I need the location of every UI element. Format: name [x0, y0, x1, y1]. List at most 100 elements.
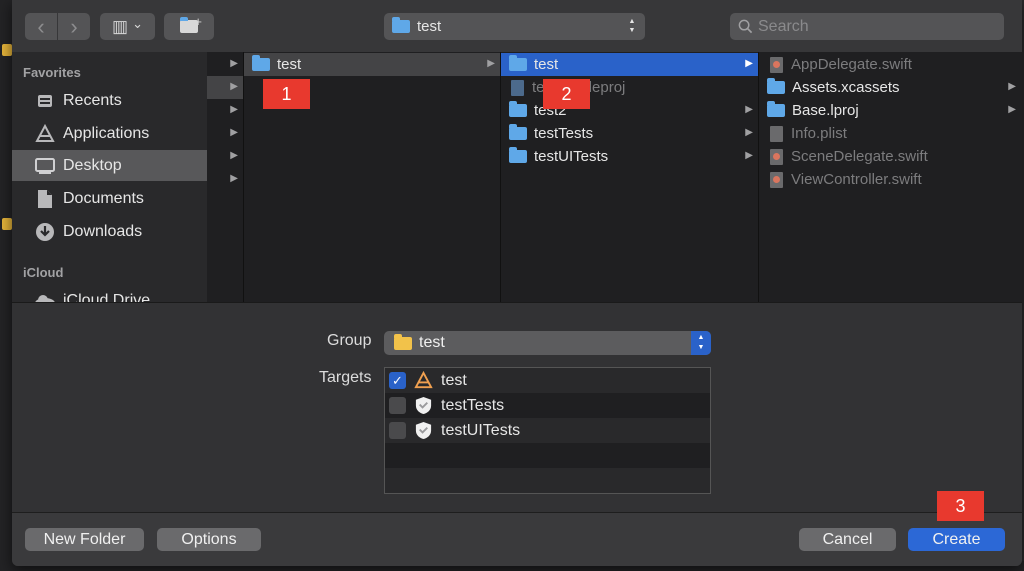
list-item-appdelegate[interactable]: AppDelegate.swift [759, 53, 1021, 76]
sidebar-item-icloud-drive[interactable]: iCloud Drive [12, 285, 207, 302]
sidebar-item-label: Downloads [63, 222, 143, 240]
list-item[interactable]: ▶ [207, 99, 243, 122]
list-item-xcodeproj[interactable]: test.xcodeproj [501, 76, 758, 99]
cancel-button[interactable]: Cancel [799, 528, 896, 551]
desktop-icon [34, 156, 56, 176]
folder-icon [509, 101, 527, 117]
chevron-down-icon: ⌄ [132, 15, 143, 31]
column-parent: ▶ ▶ ▶ ▶ ▶ ▶ [207, 52, 244, 302]
folder-icon [767, 78, 785, 94]
chevron-right-icon: › [70, 13, 78, 39]
target-checkbox[interactable]: ✓ [389, 372, 406, 389]
disclosure-icon: ▶ [1008, 104, 1016, 115]
sidebar-item-label: Desktop [63, 156, 122, 174]
disclosure-icon: ▶ [230, 58, 238, 69]
search-field[interactable] [730, 13, 1004, 40]
disclosure-icon: ▶ [1008, 81, 1016, 92]
icloud-heading: iCloud [23, 265, 64, 280]
applications-icon [34, 123, 56, 144]
list-item-label: test [277, 56, 302, 73]
list-item[interactable]: ▶ [207, 145, 243, 168]
list-item-test2-folder[interactable]: test2 ▶ [501, 99, 758, 122]
background-strip [0, 0, 12, 571]
list-item-assets[interactable]: Assets.xcassets ▶ [759, 76, 1021, 99]
list-item-label: testUITests [534, 148, 609, 165]
list-item[interactable]: ▶ [207, 168, 243, 191]
list-item-label: SceneDelegate.swift [791, 148, 928, 165]
sidebar: Favorites Recents Applications Desktop D… [12, 52, 207, 302]
target-checkbox[interactable] [389, 422, 406, 439]
list-item[interactable]: ▶ [207, 53, 243, 76]
options-button[interactable]: Options [157, 528, 261, 551]
download-icon [34, 222, 56, 242]
list-item-base-lproj[interactable]: Base.lproj ▶ [759, 99, 1021, 122]
search-icon [738, 19, 753, 34]
list-item-viewcontroller[interactable]: ViewController.swift [759, 168, 1021, 191]
test-target-icon [415, 421, 432, 440]
back-button[interactable]: ‹ [25, 13, 57, 40]
target-row-testuitests[interactable]: testUITests [385, 418, 710, 443]
location-label: test [417, 18, 442, 35]
column-browser: ▶ ▶ ▶ ▶ ▶ ▶ test ▶ test ▶ test.xcodeproj [207, 52, 1022, 302]
xcodeproj-icon [511, 79, 524, 96]
target-row-test[interactable]: ✓ test [385, 368, 710, 393]
list-item-test-folder[interactable]: test ▶ [501, 53, 758, 76]
disclosure-icon: ▶ [745, 150, 753, 161]
location-popup[interactable]: test ▲ ▼ [384, 13, 645, 40]
sidebar-item-applications[interactable]: Applications [12, 118, 207, 149]
folder-icon [509, 147, 527, 163]
disclosure-icon: ▶ [230, 104, 238, 115]
create-button[interactable]: Create [908, 528, 1005, 551]
target-row-testtests[interactable]: testTests [385, 393, 710, 418]
up-down-chevron-icon: ▲ ▼ [628, 18, 636, 34]
history-nav: ‹ › [25, 13, 90, 40]
clock-icon [34, 91, 56, 111]
cloud-icon [34, 291, 56, 302]
target-checkbox[interactable] [389, 397, 406, 414]
group-value: test [419, 334, 445, 351]
list-item-scenedelegate[interactable]: SceneDelegate.swift [759, 145, 1021, 168]
sidebar-item-downloads[interactable]: Downloads [12, 216, 207, 247]
list-item-label: Base.lproj [792, 102, 859, 119]
test-target-icon [415, 396, 432, 415]
favorites-heading: Favorites [23, 65, 81, 80]
target-label: testTests [441, 396, 505, 414]
swift-file-icon [770, 148, 783, 165]
sidebar-item-documents[interactable]: Documents [12, 183, 207, 214]
toolbar: ‹ › ▥ ⌄ + test ▲ ▼ [12, 0, 1022, 52]
annotation-badge-2: 2 [543, 79, 590, 109]
disclosure-icon: ▶ [230, 127, 238, 138]
new-folder-toolbar-button[interactable]: + [164, 13, 214, 40]
search-input[interactable] [758, 17, 988, 36]
group-popup[interactable]: test ▲ ▼ [384, 331, 711, 355]
target-row-empty [385, 468, 710, 493]
plist-file-icon [770, 125, 783, 142]
sidebar-item-label: Applications [63, 124, 150, 142]
list-item-testuitests-folder[interactable]: testUITests ▶ [501, 145, 758, 168]
forward-button[interactable]: › [58, 13, 90, 40]
list-item-label: Assets.xcassets [792, 79, 900, 96]
list-item-test-folder[interactable]: test ▶ [244, 53, 500, 76]
swift-file-icon [770, 171, 783, 188]
list-item-testtests-folder[interactable]: testTests ▶ [501, 122, 758, 145]
list-item-info-plist[interactable]: Info.plist [759, 122, 1021, 145]
folder-icon [392, 17, 410, 33]
list-item-label: testTests [534, 125, 594, 142]
list-item[interactable]: ▶ [207, 122, 243, 145]
new-folder-button[interactable]: New Folder [25, 528, 144, 551]
list-item-label: ViewController.swift [791, 171, 922, 188]
annotation-badge-3: 3 [937, 491, 984, 521]
column-test-contents: AppDelegate.swift Assets.xcassets ▶ Base… [759, 52, 1022, 302]
list-item[interactable]: ▶ [207, 76, 243, 99]
xcode-file-icon [2, 218, 12, 230]
sidebar-item-desktop[interactable]: Desktop [12, 150, 207, 181]
disclosure-icon: ▶ [745, 104, 753, 115]
folder-icon [767, 101, 785, 117]
app-target-icon [414, 371, 433, 389]
sidebar-item-recents[interactable]: Recents [12, 85, 207, 116]
group-label: Group [327, 332, 372, 349]
sidebar-item-label: iCloud Drive [63, 291, 151, 303]
columns-view-icon: ▥ [112, 16, 129, 36]
view-mode-button[interactable]: ▥ ⌄ [100, 13, 155, 40]
disclosure-icon: ▶ [230, 81, 238, 92]
